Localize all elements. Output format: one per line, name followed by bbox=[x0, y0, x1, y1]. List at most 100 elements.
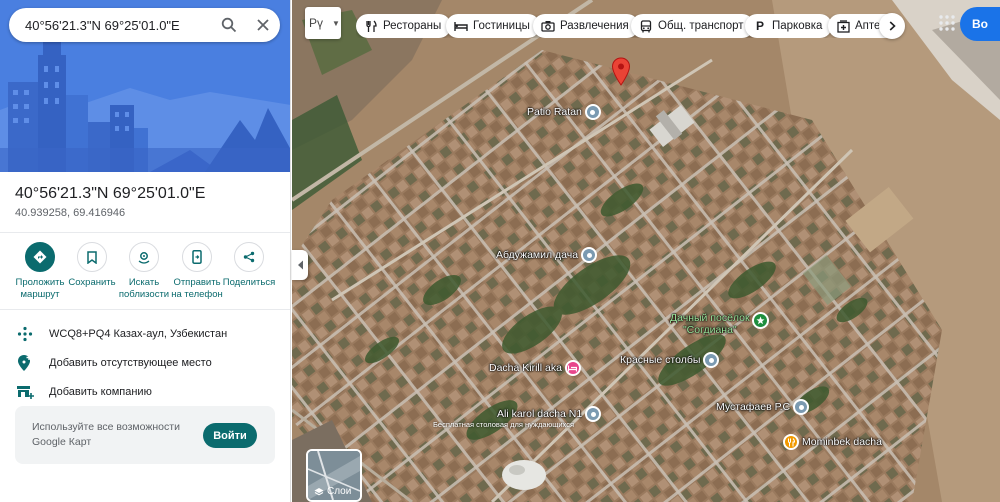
restaurant-pin-icon bbox=[783, 434, 799, 450]
category-chips: Рестораны Гостиницы Развлечения Общ. тра… bbox=[356, 14, 902, 38]
header-illustration: 40°56'21.3"N 69°25'01.0"E bbox=[0, 0, 290, 172]
language-select[interactable]: Рү ▼ bbox=[305, 7, 341, 39]
chevron-left-icon bbox=[297, 260, 303, 270]
add-business-icon bbox=[14, 383, 36, 401]
language-value: Рү bbox=[309, 16, 324, 30]
poi-sublabel: Бесплатная столовая для нуждающихся bbox=[433, 420, 575, 429]
place-pin-icon bbox=[703, 352, 720, 368]
send-label-2: на телефон bbox=[171, 289, 223, 300]
place-pin-icon bbox=[581, 247, 598, 263]
chips-next-button[interactable] bbox=[879, 13, 905, 39]
maps-app: 40°56'21.3"N 69°25'01.0"E 40°56'21.3"N 6… bbox=[0, 0, 1000, 502]
send-to-phone-button[interactable]: Отправить на телефон bbox=[167, 242, 227, 301]
sign-in-promo: Используйте все возможности Google Карт … bbox=[15, 406, 275, 464]
chip-label: Гостиницы bbox=[473, 20, 530, 32]
chip-restaurants[interactable]: Рестораны bbox=[356, 14, 452, 38]
save-label: Сохранить bbox=[68, 277, 116, 288]
nearby-label-1: Искать bbox=[128, 277, 160, 288]
phone-icon bbox=[182, 242, 212, 272]
place-pin-icon bbox=[793, 399, 810, 415]
save-button[interactable]: Сохранить bbox=[62, 242, 122, 289]
poi-label: Patio Ratan bbox=[527, 106, 582, 118]
sign-in-button[interactable]: Войти bbox=[203, 423, 257, 448]
bookmark-icon bbox=[77, 242, 107, 272]
directions-label-1: Проложить bbox=[15, 277, 65, 288]
place-title: 40°56'21.3"N 69°25'01.0"E bbox=[15, 185, 206, 202]
dropdown-arrow-icon: ▼ bbox=[332, 18, 340, 28]
place-pin-icon bbox=[584, 104, 601, 120]
poi-ali-karol-dacha[interactable]: Ali karol dacha N1 Бесплатная столовая д… bbox=[433, 406, 604, 429]
apps-grid-icon[interactable] bbox=[938, 14, 956, 32]
plus-code-icon bbox=[14, 325, 36, 343]
place-decimal-coords: 40.939258, 69.416946 bbox=[15, 207, 126, 219]
chevron-right-icon bbox=[889, 21, 896, 31]
action-bar: Проложить маршрут Сохранить Искать поблизо… bbox=[0, 242, 290, 307]
chip-entertainment[interactable]: Развлечения bbox=[533, 14, 639, 38]
parking-icon: P bbox=[755, 19, 764, 33]
directions-label-2: маршрут bbox=[20, 289, 60, 300]
close-icon[interactable] bbox=[246, 8, 280, 42]
poi-label: Красные столбы bbox=[620, 354, 701, 366]
poi-label: Ali karol dacha N1 bbox=[497, 408, 583, 420]
divider bbox=[0, 232, 290, 233]
poi-mominbek-dacha[interactable]: Mominbek dacha bbox=[780, 434, 882, 450]
add-business-row[interactable]: Добавить компанию bbox=[14, 383, 152, 401]
nearby-button[interactable]: Искать поблизости bbox=[114, 242, 174, 301]
chip-label: Парковка bbox=[772, 20, 823, 32]
divider bbox=[0, 309, 290, 310]
share-button[interactable]: Поделиться bbox=[219, 242, 279, 289]
pharmacy-icon bbox=[836, 19, 850, 33]
add-missing-place-text: Добавить отсутствующее место bbox=[49, 357, 212, 369]
poi-krasnye-stolby[interactable]: Красные столбы bbox=[620, 352, 722, 368]
poi-dachny-poselok[interactable]: Дачный посёлок "Согдиана" bbox=[670, 312, 750, 336]
add-business-text: Добавить компанию bbox=[49, 386, 152, 398]
chip-label: Рестораны bbox=[383, 20, 442, 32]
add-place-icon bbox=[14, 354, 36, 372]
layers-button[interactable]: Слои bbox=[306, 449, 362, 502]
poi-label: Dacha Kirill aka bbox=[489, 362, 562, 374]
layers-icon bbox=[314, 487, 324, 495]
share-icon bbox=[234, 242, 264, 272]
chip-transit[interactable]: Общ. транспорт bbox=[631, 14, 754, 38]
park-icon[interactable] bbox=[752, 312, 769, 329]
promo-text: Используйте все возможности Google Карт bbox=[32, 421, 180, 448]
poi-label: Mominbek dacha bbox=[802, 436, 882, 448]
restaurant-icon bbox=[364, 19, 378, 33]
poi-label-line2: "Согдиана" bbox=[682, 324, 737, 336]
chip-parking[interactable]: P Парковка bbox=[745, 14, 833, 38]
nearby-label-2: поблизости bbox=[118, 289, 170, 300]
poi-label: Мустафаев Р.С bbox=[716, 401, 791, 413]
place-pin-icon bbox=[585, 406, 602, 422]
poi-label: Абдужамил дача bbox=[496, 249, 579, 261]
send-label-1: Отправить bbox=[173, 277, 221, 288]
hotel-icon bbox=[454, 19, 468, 33]
plus-code-row[interactable]: WCQ8+PQ4 Казах-аул, Узбекистан bbox=[14, 325, 227, 343]
poi-mustafaev[interactable]: Мустафаев Р.С bbox=[716, 399, 812, 415]
satellite-imagery bbox=[292, 0, 1000, 502]
poi-label-line1: Дачный посёлок bbox=[670, 312, 750, 324]
camera-icon bbox=[541, 19, 555, 33]
chip-label: Общ. транспорт bbox=[658, 20, 744, 32]
directions-button[interactable]: Проложить маршрут bbox=[10, 242, 70, 301]
satellite-map[interactable] bbox=[292, 0, 1000, 502]
collapse-panel-button[interactable] bbox=[292, 250, 308, 280]
dropped-pin-icon[interactable] bbox=[611, 57, 631, 87]
poi-abduzhamil-dacha[interactable]: Абдужамил дача bbox=[496, 247, 600, 263]
sign-in-top-button[interactable]: Во bbox=[960, 7, 1000, 41]
add-missing-place-row[interactable]: Добавить отсутствующее место bbox=[14, 354, 212, 372]
share-label: Поделиться bbox=[222, 277, 276, 288]
plus-code-text: WCQ8+PQ4 Казах-аул, Узбекистан bbox=[49, 328, 228, 340]
poi-patio-ratan[interactable]: Patio Ratan bbox=[527, 104, 604, 120]
hotel-pin-icon bbox=[564, 360, 581, 376]
place-panel: 40°56'21.3"N 69°25'01.0"E 40°56'21.3"N 6… bbox=[0, 0, 291, 502]
chip-label: Развлечения bbox=[560, 20, 629, 32]
search-icon[interactable] bbox=[212, 8, 246, 42]
layers-label: Слои bbox=[327, 486, 352, 497]
bus-icon bbox=[639, 19, 653, 33]
directions-icon bbox=[25, 242, 55, 272]
chip-hotels[interactable]: Гостиницы bbox=[446, 14, 540, 38]
nearby-icon bbox=[129, 242, 159, 272]
search-input[interactable]: 40°56'21.3"N 69°25'01.0"E bbox=[9, 18, 212, 33]
search-box[interactable]: 40°56'21.3"N 69°25'01.0"E bbox=[9, 8, 280, 42]
poi-dacha-kirill[interactable]: Dacha Kirill aka bbox=[489, 360, 584, 376]
